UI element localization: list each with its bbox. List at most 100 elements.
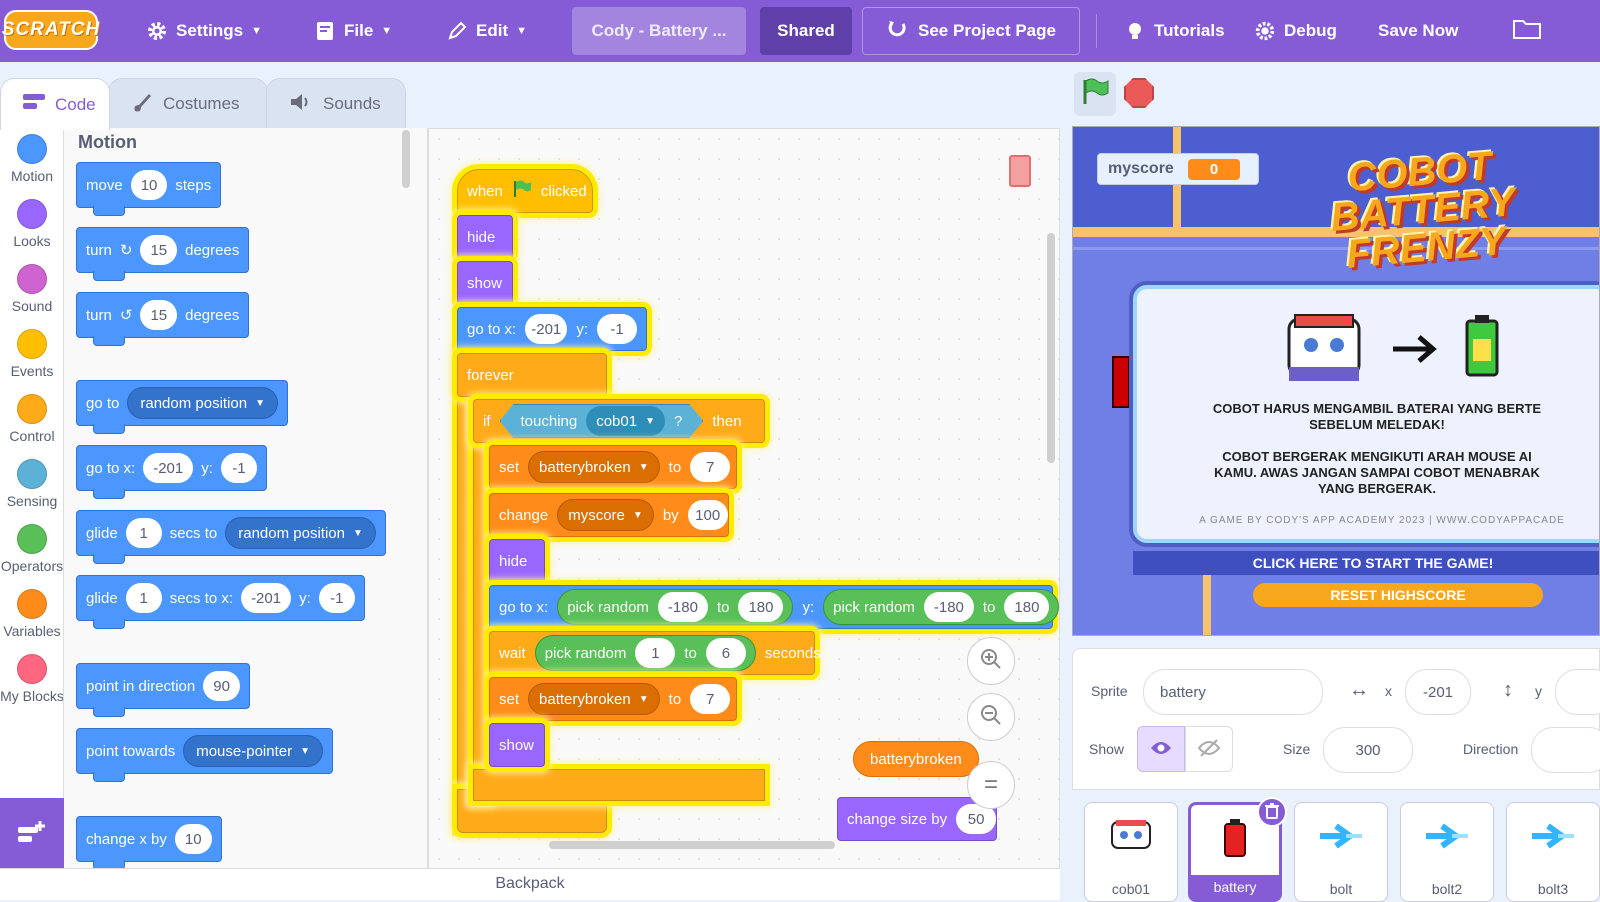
glide-block[interactable]: glide 1 secs to random position ▼ [76,510,386,564]
if-then-block[interactable]: if touching cob01 ▼ ? then [473,399,765,443]
x-input[interactable]: -201 [143,453,194,483]
file-menu[interactable]: File ▼ [302,0,404,62]
category-events[interactable]: Events [0,329,63,379]
max-input[interactable]: 6 [705,638,746,668]
min-input[interactable]: 1 [635,638,676,668]
sprite-name-input[interactable]: battery [1143,669,1323,715]
batterybroken-reporter[interactable]: batterybroken [853,741,979,777]
tab-sounds[interactable]: Sounds [266,78,406,130]
change-x-block[interactable]: change x by 10 [76,816,222,870]
pick-random-block[interactable]: pick random -180 to 180 [557,589,794,625]
show-block[interactable]: show [457,261,513,305]
goto-target-dropdown[interactable]: random position ▼ [127,387,279,419]
turn-right-block[interactable]: turn ↻ 15 degrees [76,227,250,281]
change-x-input[interactable]: 10 [174,824,212,854]
pick-random-block[interactable]: pick random 1 to 6 [534,635,756,671]
when-flag-clicked-block[interactable]: when clicked [457,169,593,213]
settings-menu[interactable]: Settings ▼ [134,0,274,62]
zoom-reset-button[interactable]: = [967,761,1015,809]
forever-block[interactable]: forever [457,353,607,397]
sprite-tile-bolt3[interactable]: bolt3 [1506,802,1600,902]
pick-random-block[interactable]: pick random -180 to 180 [823,589,1059,625]
category-variables[interactable]: Variables [0,589,63,639]
secs-input[interactable]: 1 [125,583,162,613]
towards-dropdown[interactable]: mouse-pointer ▼ [183,735,324,767]
script-area[interactable]: when clicked hide show go to x: -201 y: -1 … [428,128,1060,870]
script-horizontal-scrollbar[interactable] [549,841,835,849]
y-position-input[interactable] [1555,669,1600,715]
move-steps-block[interactable]: move 10 steps [76,162,222,216]
sprite-tile-bolt2[interactable]: bolt2 [1400,802,1494,902]
change-size-block[interactable]: change size by 50 [837,797,997,841]
direction-input[interactable] [1531,727,1600,773]
touching-target-dropdown[interactable]: cob01 ▼ [586,406,665,436]
sprite-tile-bolt[interactable]: bolt [1294,802,1388,902]
delete-sprite-button[interactable] [1257,797,1287,827]
y-input[interactable]: -1 [318,583,355,613]
y-input[interactable]: -1 [597,314,637,344]
show-visible-toggle[interactable] [1137,726,1185,772]
show-block[interactable]: show [489,723,545,767]
zoom-out-button[interactable] [967,693,1015,741]
sprite-tile-battery[interactable]: battery [1188,797,1287,902]
stage-canvas[interactable]: myscore 0 COBOT BATTERY FRENZY COBOT HAR… [1072,126,1600,636]
max-input[interactable]: 180 [738,592,784,622]
glide-xy-block[interactable]: glide 1 secs to x: -201 y: -1 [76,575,365,629]
zoom-in-button[interactable] [967,637,1015,685]
save-now-button[interactable]: Save Now [1366,0,1470,62]
value-input[interactable]: 7 [690,452,731,482]
hide-block[interactable]: hide [457,215,513,259]
go-to-random-xy-block[interactable]: go to x: pick random -180 to 180 y: pick ra… [489,585,1059,629]
value-input[interactable]: 100 [687,500,728,530]
go-to-block[interactable]: go to random position ▼ [76,380,289,434]
shared-button[interactable]: Shared [760,7,852,55]
reset-highscore-button[interactable]: RESET HIGHSCORE [1253,583,1543,607]
category-control[interactable]: Control [0,394,63,444]
min-input[interactable]: -180 [657,592,708,622]
edit-menu[interactable]: Edit ▼ [434,0,539,62]
show-hidden-toggle[interactable] [1185,726,1233,772]
min-input[interactable]: -180 [923,592,974,622]
category-motion[interactable]: Motion [0,134,63,184]
degrees-input[interactable]: 15 [140,235,178,265]
glide-target-dropdown[interactable]: random position ▼ [225,517,376,549]
touching-block[interactable]: touching cob01 ▼ ? [500,404,704,438]
steps-input[interactable]: 10 [130,170,168,200]
backpack[interactable]: Backpack [0,868,1060,900]
tutorials-button[interactable]: Tutorials [1112,0,1237,62]
degrees-input[interactable]: 15 [140,300,178,330]
add-extension-button[interactable] [0,798,64,870]
category-my-blocks[interactable]: My Blocks [0,654,63,704]
x-position-input[interactable]: -201 [1405,669,1471,715]
point-towards-block[interactable]: point towards mouse-pointer ▼ [76,728,334,782]
direction-input[interactable]: 90 [203,671,240,701]
variable-dropdown[interactable]: batterybroken ▼ [528,683,660,715]
y-input[interactable]: -1 [220,453,257,483]
scratch-logo[interactable]: SCRATCH [2,10,99,50]
project-title-input[interactable]: Cody - Battery ... [572,7,746,55]
category-sensing[interactable]: Sensing [0,459,63,509]
see-project-page-button[interactable]: See Project Page [862,7,1080,55]
my-stuff-button[interactable] [1500,0,1554,62]
hide-block[interactable]: hide [489,539,545,583]
variable-dropdown[interactable]: myscore ▼ [557,499,654,531]
size-input[interactable]: 300 [1323,727,1413,773]
point-in-direction-block[interactable]: point in direction 90 [76,663,250,717]
go-to-xy-block[interactable]: go to x: -201 y: -1 [76,445,267,499]
start-game-button[interactable]: CLICK HERE TO START THE GAME! [1133,551,1599,575]
category-sound[interactable]: Sound [0,264,63,314]
tab-code[interactable]: Code [0,78,110,130]
category-operators[interactable]: Operators [0,524,63,574]
stop-button[interactable] [1124,78,1154,108]
x-input[interactable]: -201 [241,583,292,613]
variable-dropdown[interactable]: batterybroken ▼ [528,451,660,483]
script-vertical-scrollbar[interactable] [1047,233,1055,463]
max-input[interactable]: 180 [1004,592,1050,622]
sprite-tile-cob01[interactable]: cob01 [1084,802,1178,902]
go-to-xy-block[interactable]: go to x: -201 y: -1 [457,307,647,351]
secs-input[interactable]: 1 [125,518,162,548]
turn-left-block[interactable]: turn ↺ 15 degrees [76,292,250,346]
category-looks[interactable]: Looks [0,199,63,249]
wait-block[interactable]: wait pick random 1 to 6 seconds [489,631,821,675]
tab-costumes[interactable]: Costumes [108,78,268,130]
